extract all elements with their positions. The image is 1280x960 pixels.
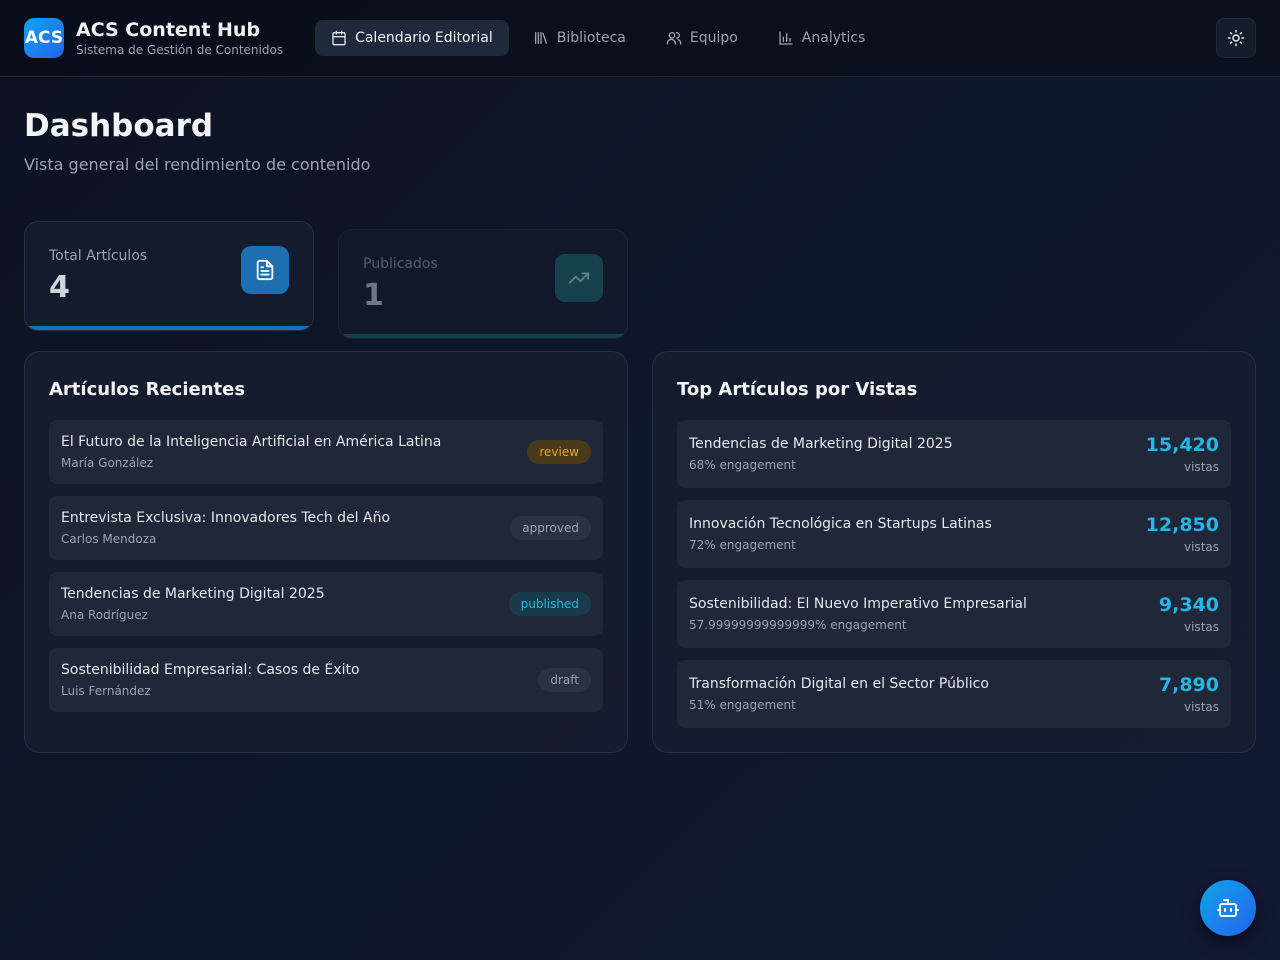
document-icon [256,259,274,281]
top-articles-panel: Top Artículos por Vistas Tendencias de M… [652,351,1256,753]
views-unit: vistas [1184,540,1219,554]
status-badge: review [527,440,591,464]
recent-articles-panel: Artículos Recientes El Futuro de la Inte… [24,351,628,753]
list-item[interactable]: Sostenibilidad Empresarial: Casos de Éxi… [49,648,603,712]
article-engagement: 51% engagement [689,698,796,712]
logo[interactable]: ACS [24,18,64,58]
list-item[interactable]: Entrevista Exclusiva: Innovadores Tech d… [49,496,603,560]
article-author: Ana Rodríguez [61,608,148,622]
nav-biblioteca[interactable]: Biblioteca [517,20,642,56]
page-subtitle: Vista general del rendimiento de conteni… [24,155,371,174]
main-nav: Calendario Editorial Biblioteca Equipo A… [315,20,881,56]
view-count: 7,890 vistas [1159,674,1219,714]
status-badge: published [508,592,591,616]
views-number: 12,850 [1145,514,1219,536]
assistant-button[interactable] [1200,880,1256,936]
status-badge: approved [510,516,591,540]
article-title: Entrevista Exclusiva: Innovadores Tech d… [61,510,391,526]
nav-analytics[interactable]: Analytics [762,20,882,56]
nav-equipo[interactable]: Equipo [650,20,754,56]
stat-label: Publicados [363,256,438,272]
article-title: Tendencias de Marketing Digital 2025 [689,436,953,452]
article-engagement: 72% engagement [689,538,796,552]
view-count: 9,340 vistas [1159,594,1219,634]
nav-label: Biblioteca [556,30,626,46]
views-number: 9,340 [1158,594,1219,616]
page-title: Dashboard [24,108,214,144]
stat-accent-bar [339,334,627,338]
library-icon [534,31,547,44]
article-author: Carlos Mendoza [61,532,157,546]
stat-card-publicados: Publicados 1 [338,229,628,339]
article-engagement: 57.99999999999999% engagement [689,618,907,632]
list-item[interactable]: Tendencias de Marketing Digital 2025 Ana… [49,572,603,636]
article-title: Tendencias de Marketing Digital 2025 [61,586,325,602]
bar-chart-icon [779,31,793,45]
views-unit: vistas [1184,620,1219,634]
app-header: ACS ACS Content Hub Sistema de Gestión d… [0,0,1280,77]
list-item[interactable]: Sostenibilidad: El Nuevo Imperativo Empr… [677,580,1231,648]
stat-value: 1 [363,278,384,313]
article-author: Luis Fernández [61,684,151,698]
panel-title: Top Artículos por Vistas [677,379,918,400]
article-author: María González [61,456,154,470]
article-engagement: 68% engagement [689,458,796,472]
nav-calendario-editorial[interactable]: Calendario Editorial [315,20,509,56]
calendar-icon [332,30,346,46]
stat-accent-bar [25,326,313,330]
list-item[interactable]: Innovación Tecnológica en Startups Latin… [677,500,1231,568]
brand: ACS Content Hub Sistema de Gestión de Co… [76,19,283,57]
list-item[interactable]: El Futuro de la Inteligencia Artificial … [49,420,603,484]
list-item[interactable]: Transformación Digital en el Sector Públ… [677,660,1231,728]
stat-value: 4 [49,270,70,305]
article-title: Innovación Tecnológica en Startups Latin… [689,516,992,532]
nav-label: Analytics [801,30,866,46]
views-number: 15,420 [1145,434,1219,456]
stat-label: Total Artículos [49,248,148,264]
stat-icon-box [555,254,603,302]
views-unit: vistas [1184,700,1219,714]
nav-label: Calendario Editorial [355,30,493,46]
sun-icon [1227,29,1245,47]
views-unit: vistas [1184,460,1219,474]
status-badge: draft [538,668,591,692]
app-title: ACS Content Hub [76,19,261,41]
article-title: Sostenibilidad: El Nuevo Imperativo Empr… [689,596,1027,612]
theme-toggle-button[interactable] [1216,18,1256,58]
stat-icon-box [241,246,289,294]
nav-label: Equipo [689,30,738,46]
list-item[interactable]: Tendencias de Marketing Digital 2025 68%… [677,420,1231,488]
panel-title: Artículos Recientes [49,379,246,400]
trending-up-icon [568,272,590,284]
bot-icon [1217,899,1239,917]
article-title: El Futuro de la Inteligencia Artificial … [61,434,442,450]
article-title: Transformación Digital en el Sector Públ… [689,676,989,692]
stat-card-total: Total Artículos 4 [24,221,314,331]
view-count: 15,420 vistas [1146,434,1219,474]
views-number: 7,890 [1158,674,1219,696]
app-subtitle: Sistema de Gestión de Contenidos [76,43,284,57]
view-count: 12,850 vistas [1146,514,1219,554]
article-title: Sostenibilidad Empresarial: Casos de Éxi… [61,662,360,678]
users-icon [666,31,682,45]
